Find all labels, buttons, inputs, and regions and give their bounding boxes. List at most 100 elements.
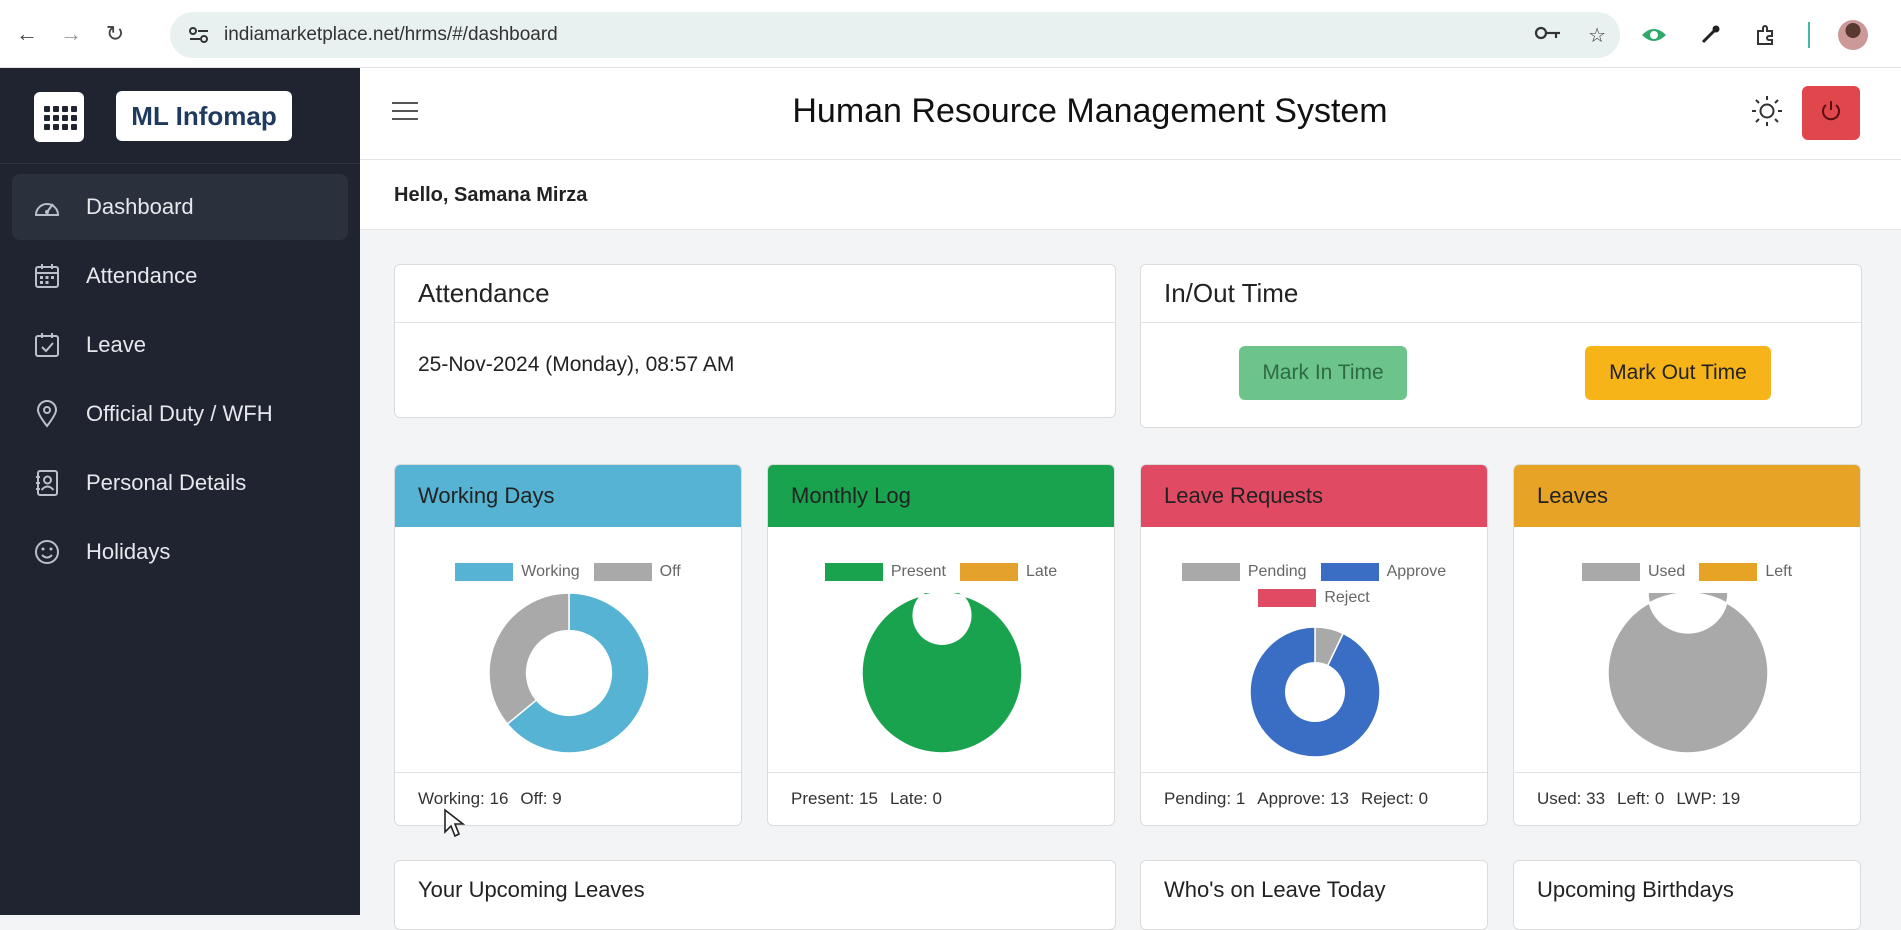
sidebar-item-attendance[interactable]: Attendance	[12, 243, 348, 309]
legend-label: Left	[1765, 563, 1793, 580]
sidebar-item-personal-details[interactable]: Personal Details	[12, 450, 348, 516]
upcoming-birthdays-title: Upcoming Birthdays	[1537, 877, 1734, 902]
stat-card-title: Leaves	[1514, 465, 1860, 527]
sidebar-item-holidays[interactable]: Holidays	[12, 519, 348, 585]
legend-item[interactable]: Approve	[1320, 563, 1447, 581]
legend-item[interactable]: Used	[1581, 563, 1686, 581]
mark-in-time-button[interactable]: Mark In Time	[1239, 346, 1407, 400]
legend-item[interactable]: Working	[455, 563, 580, 581]
legend-label: Used	[1647, 563, 1686, 580]
legend-swatch	[824, 563, 883, 581]
browser-menu-icon[interactable]: ⋮	[1896, 21, 1901, 49]
donut-chart	[861, 593, 1023, 753]
stat-footer: Present: 15 Late: 0	[768, 773, 1114, 825]
logo-grid-icon[interactable]	[34, 92, 84, 142]
legend-swatch	[455, 563, 514, 581]
legend-swatch	[1320, 563, 1379, 581]
toolbar-divider	[1808, 22, 1810, 48]
stat-card: Monthly Log Present Late Present: 15 Late:…	[767, 464, 1115, 826]
url-text[interactable]: indiamarketplace.net/hrms/#/dashboard	[224, 24, 558, 46]
legend-label: Approve	[1386, 563, 1447, 580]
whos-on-leave-title: Who's on Leave Today	[1164, 877, 1386, 902]
legend-swatch	[1258, 589, 1317, 607]
stat-value: LWP: 19	[1676, 789, 1741, 808]
sidebar-item-dashboard[interactable]: Dashboard	[12, 174, 348, 240]
legend-label: Late	[1026, 563, 1058, 580]
dashboard-gauge-icon	[32, 192, 62, 222]
stat-value: Pending: 1	[1164, 789, 1246, 808]
legend-label: Reject	[1324, 589, 1370, 606]
inout-card: In/Out Time Mark In Time Mark Out Time	[1140, 264, 1862, 428]
donut-slice[interactable]	[1249, 627, 1381, 757]
chart-legend: Present Late	[768, 563, 1114, 581]
forward-icon[interactable]: →	[54, 17, 88, 51]
back-icon[interactable]: ←	[10, 17, 44, 51]
sidebar-item-leave[interactable]: Leave	[12, 312, 348, 378]
power-icon	[1819, 99, 1843, 128]
whos-on-leave-card: Who's on Leave Today	[1140, 860, 1488, 930]
stat-chart: Pending Approve Reject	[1141, 527, 1487, 773]
brand-row: ML Infomap	[0, 68, 360, 164]
address-bar[interactable]: indiamarketplace.net/hrms/#/dashboard ☆	[170, 12, 1620, 58]
chart-legend: Working Off	[395, 563, 741, 581]
stat-value: Used: 33	[1537, 789, 1606, 808]
donut-slice[interactable]	[1607, 593, 1769, 753]
sidebar-item-label: Holidays	[86, 539, 171, 564]
stat-value: Left: 0	[1617, 789, 1665, 808]
sidebar-item-label: Dashboard	[86, 194, 194, 219]
upcoming-birthdays-card: Upcoming Birthdays	[1513, 860, 1861, 930]
greeting-text: Hello, Samana Mirza	[394, 184, 588, 206]
browser-toolbar: ← → ↻ indiamarketplace.net/hrms/#/dashbo…	[0, 0, 1901, 68]
bookmark-star-icon[interactable]: ☆	[1588, 23, 1606, 48]
donut-slice[interactable]	[488, 593, 570, 726]
stat-chart: Working Off	[395, 527, 741, 773]
sidebar-item-label: Personal Details	[86, 470, 247, 495]
brand-name[interactable]: ML Infomap	[116, 91, 292, 141]
eyedropper-icon[interactable]	[1696, 21, 1724, 49]
legend-swatch	[1581, 563, 1640, 581]
mouse-cursor-icon	[444, 808, 465, 838]
legend-label: Pending	[1247, 563, 1307, 580]
eye-extension-icon[interactable]	[1640, 21, 1668, 49]
stat-value: Reject: 0	[1360, 789, 1429, 808]
upcoming-leaves-card: Your Upcoming Leaves	[394, 860, 1116, 930]
stat-card: Leave Requests Pending Approve Reject Pend…	[1140, 464, 1488, 826]
legend-item[interactable]: Left	[1699, 563, 1792, 581]
location-pin-icon	[32, 399, 62, 429]
reload-icon[interactable]: ↻	[98, 17, 132, 51]
password-key-icon[interactable]	[1534, 24, 1562, 47]
contact-card-icon	[32, 468, 62, 498]
site-settings-icon[interactable]	[186, 22, 212, 48]
attendance-card: Attendance 25-Nov-2024 (Monday), 08:57 A…	[394, 264, 1116, 418]
upcoming-leaves-title: Your Upcoming Leaves	[418, 877, 645, 902]
legend-swatch	[1181, 563, 1240, 581]
mark-out-time-button[interactable]: Mark Out Time	[1585, 346, 1771, 400]
legend-item[interactable]: Reject	[1258, 589, 1370, 607]
attendance-datetime: 25-Nov-2024 (Monday), 08:57 AM	[418, 353, 735, 376]
legend-item[interactable]: Off	[593, 563, 681, 581]
logout-button[interactable]	[1802, 86, 1860, 140]
stat-value: Off: 9	[520, 789, 562, 808]
donut-chart	[488, 593, 650, 753]
chart-legend: Used Left	[1514, 563, 1860, 581]
calendar-icon	[32, 261, 62, 291]
inout-card-title: In/Out Time	[1141, 265, 1861, 323]
legend-label: Working	[521, 563, 580, 580]
legend-item[interactable]: Late	[960, 563, 1057, 581]
legend-item[interactable]: Pending	[1181, 563, 1307, 581]
sidebar-item-official-duty[interactable]: Official Duty / WFH	[12, 381, 348, 447]
stat-chart: Used Left	[1514, 527, 1860, 773]
extensions-puzzle-icon[interactable]	[1752, 21, 1780, 49]
stat-card-title: Leave Requests	[1141, 465, 1487, 527]
theme-toggle-sun-icon[interactable]	[1750, 94, 1784, 128]
sidebar: ML Infomap Dashboard Attendance Leave Of…	[0, 68, 360, 915]
page-title: Human Resource Management System	[792, 92, 1388, 130]
donut-slice[interactable]	[861, 593, 1023, 753]
stat-card-title: Monthly Log	[768, 465, 1114, 527]
stat-card: Working Days Working Off Working: 16 Off: …	[394, 464, 742, 826]
chart-legend: Pending Approve Reject	[1141, 563, 1487, 607]
stat-footer: Used: 33 Left: 0 LWP: 19	[1514, 773, 1860, 825]
stat-chart: Present Late	[768, 527, 1114, 773]
legend-item[interactable]: Present	[824, 563, 946, 581]
profile-avatar[interactable]	[1838, 20, 1868, 50]
